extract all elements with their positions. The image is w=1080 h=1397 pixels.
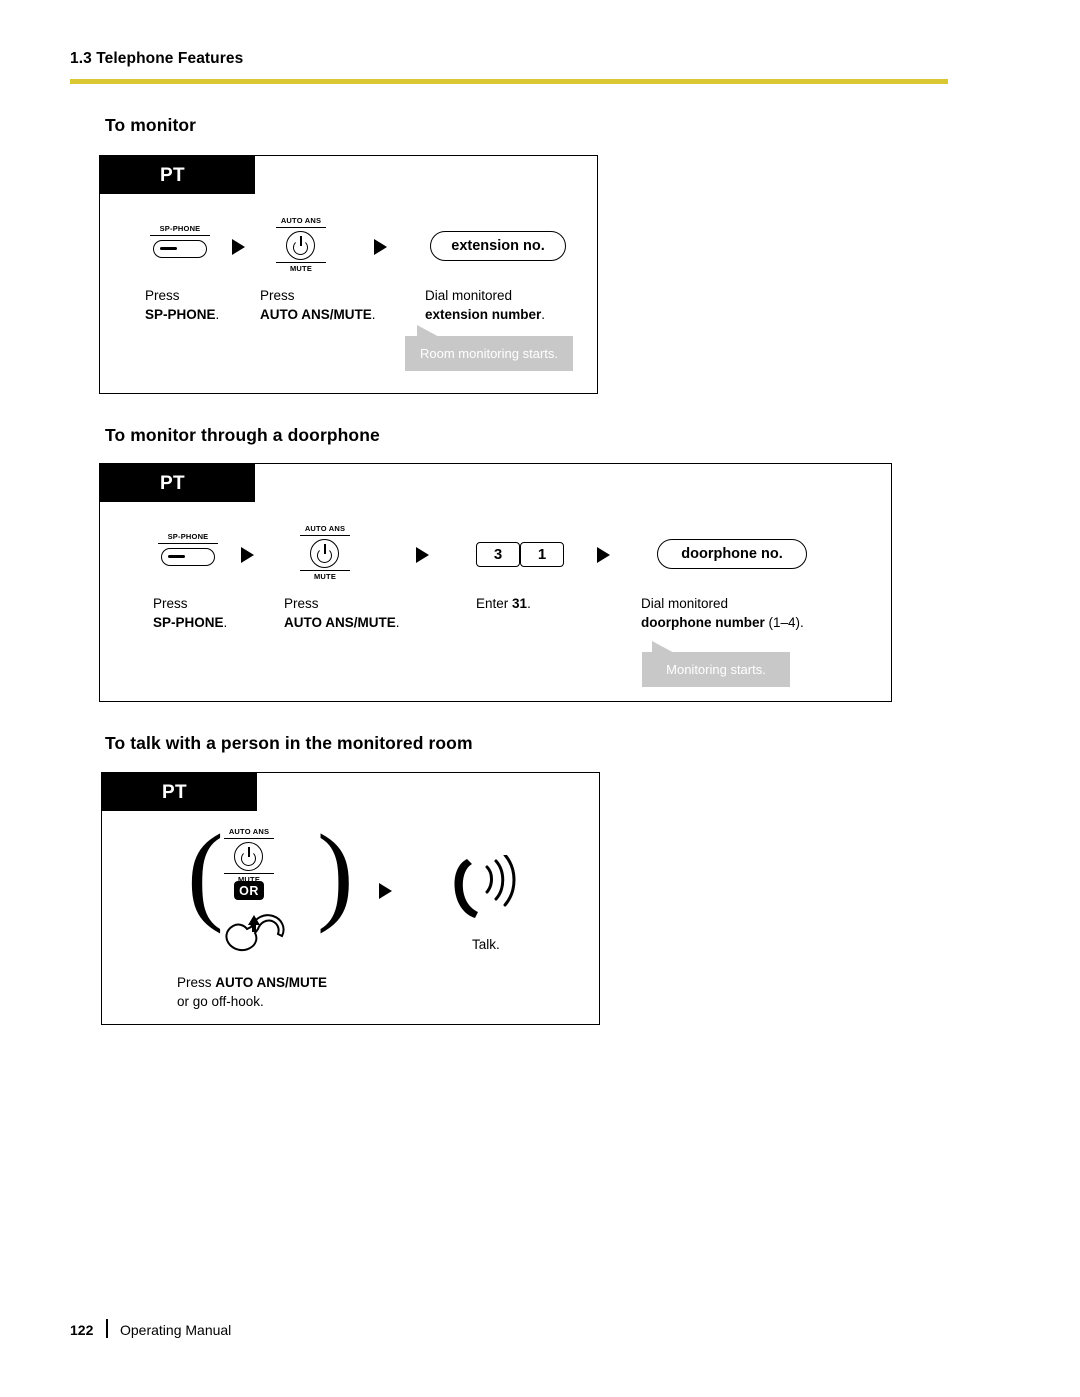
step-3-caption: Dial monitored extension number. xyxy=(425,286,545,324)
arrow-icon xyxy=(232,239,245,255)
section-title-talk-monitored-room: To talk with a person in the monitored r… xyxy=(105,733,473,753)
monitoring-starts-callout: Monitoring starts. xyxy=(642,641,790,687)
step-1-caption-bold: SP-PHONE xyxy=(145,307,216,322)
procedure-box-to-monitor: PT SP-PHONE AUTO ANS MUTE extension no. … xyxy=(99,155,598,394)
auto-ans-label: AUTO ANS xyxy=(304,524,346,533)
press-auto-ans-caption-line1: Press xyxy=(177,975,216,990)
pt-badge-label: PT xyxy=(160,473,185,494)
room-monitoring-callout: Room monitoring starts. xyxy=(405,325,573,371)
auto-ans-mute-key-icon: AUTO ANS MUTE xyxy=(288,524,362,586)
procedure-box-monitor-doorphone: PT SP-PHONE AUTO ANS MUTE 3 1 doorphone … xyxy=(99,463,892,702)
footer-manual-title: Operating Manual xyxy=(120,1322,232,1338)
doorphone-no-field[interactable]: doorphone no. xyxy=(657,539,807,569)
step-2-caption-bold: AUTO ANS/MUTE xyxy=(260,307,372,322)
section-title-to-monitor: To monitor xyxy=(105,115,197,135)
doorphone-no-field-label: doorphone no. xyxy=(681,545,783,562)
auto-ans-label: AUTO ANS xyxy=(228,827,270,836)
auto-ans-rule-top xyxy=(224,838,274,840)
step-4-caption-line1: Dial monitored xyxy=(641,596,729,611)
section-title-monitor-doorphone: To monitor through a doorphone xyxy=(105,425,380,445)
callout-tail xyxy=(417,325,443,339)
arrow-icon xyxy=(241,547,254,563)
sp-phone-key-rule xyxy=(158,543,218,545)
step-1-caption-line1: Press xyxy=(153,596,188,611)
step-2-caption-bold: AUTO ANS/MUTE xyxy=(284,615,396,630)
step-3-caption-bold: 31 xyxy=(512,596,528,611)
step-1-caption-line1: Press xyxy=(145,288,180,303)
talk-caption-line1: Talk. xyxy=(472,937,500,952)
mute-label: MUTE xyxy=(313,572,337,581)
sp-phone-key-icon: SP-PHONE xyxy=(153,532,223,578)
page-header: 1.3 Telephone Features xyxy=(70,50,244,67)
handset-talking-icon xyxy=(454,855,516,918)
power-circle-icon xyxy=(234,842,263,871)
step-3-caption-line1: Enter xyxy=(476,596,513,611)
sp-phone-key-label: SP-PHONE xyxy=(159,224,201,233)
mute-label: MUTE xyxy=(289,264,313,273)
callout-tail xyxy=(652,641,678,655)
monitoring-starts-callout-label: Monitoring starts. xyxy=(666,662,766,677)
pt-badge-label: PT xyxy=(162,782,187,803)
pt-badge: PT xyxy=(102,773,257,811)
step-4-caption-tail: (1–4). xyxy=(764,615,804,630)
step-2-caption-line1: Press xyxy=(260,288,295,303)
footer-page-number: 122 xyxy=(70,1322,94,1338)
talk-caption: Talk. xyxy=(472,935,500,954)
press-auto-ans-caption-line2: or go off-hook. xyxy=(177,994,264,1009)
step-3-caption-tail: . xyxy=(541,307,546,322)
arrow-icon xyxy=(379,883,392,899)
procedure-box-talk-monitored-room: PT ( ) AUTO ANS MUTE OR Talk. Press AUTO… xyxy=(101,772,600,1025)
auto-ans-mute-key-icon: AUTO ANS MUTE xyxy=(212,827,286,889)
step-1-caption-tail: . xyxy=(223,615,228,630)
arrow-icon xyxy=(416,547,429,563)
step-2-caption-line1: Press xyxy=(284,596,319,611)
step-3-caption-line1: Dial monitored xyxy=(425,288,513,303)
extension-no-field[interactable]: extension no. xyxy=(430,231,566,261)
or-badge-label: OR xyxy=(239,883,259,898)
auto-ans-rule-top xyxy=(300,535,350,537)
press-auto-ans-caption-bold: AUTO ANS/MUTE xyxy=(215,975,328,990)
digit-key-1[interactable]: 1 xyxy=(520,542,564,567)
footer-divider xyxy=(106,1319,108,1338)
step-1-caption: Press SP-PHONE. xyxy=(153,594,227,632)
step-2-caption: Press AUTO ANS/MUTE. xyxy=(260,286,376,324)
pt-badge-label: PT xyxy=(160,165,185,186)
step-1-caption-bold: SP-PHONE xyxy=(153,615,224,630)
step-4-caption-bold: doorphone number xyxy=(641,615,765,630)
sp-phone-key-icon: SP-PHONE xyxy=(145,224,215,270)
sp-phone-key-body xyxy=(153,240,207,258)
arrow-icon xyxy=(597,547,610,563)
step-1-caption: Press SP-PHONE. xyxy=(145,286,219,324)
sp-phone-key-body xyxy=(161,548,215,566)
header-divider xyxy=(70,79,948,84)
right-brace: ) xyxy=(317,812,354,934)
sp-phone-key-rule xyxy=(150,235,210,237)
power-circle-icon xyxy=(286,231,315,260)
digit-key-1-label: 1 xyxy=(537,546,547,563)
auto-ans-rule-top xyxy=(276,227,326,229)
extension-no-field-label: extension no. xyxy=(451,237,545,254)
step-3-caption-bold: extension number xyxy=(425,307,542,322)
room-monitoring-callout-label: Room monitoring starts. xyxy=(420,346,558,361)
step-1-caption-tail: . xyxy=(215,307,220,322)
press-auto-ans-caption: Press AUTO ANS/MUTE or go off-hook. xyxy=(177,973,327,1011)
sp-phone-key-label: SP-PHONE xyxy=(167,532,209,541)
step-4-caption: Dial monitored doorphone number (1–4). xyxy=(641,594,804,632)
power-circle-icon xyxy=(310,539,339,568)
arrow-icon xyxy=(374,239,387,255)
auto-ans-label: AUTO ANS xyxy=(280,216,322,225)
handset-offhook-icon xyxy=(225,914,285,952)
step-3-caption: Enter 31. xyxy=(476,594,531,613)
auto-ans-mute-key-icon: AUTO ANS MUTE xyxy=(264,216,338,278)
pt-badge: PT xyxy=(100,156,255,194)
step-2-caption-tail: . xyxy=(395,615,400,630)
digit-key-3-label: 3 xyxy=(493,546,503,563)
step-2-caption: Press AUTO ANS/MUTE. xyxy=(284,594,400,632)
pt-badge: PT xyxy=(100,464,255,502)
digit-key-3[interactable]: 3 xyxy=(476,542,520,567)
step-2-caption-tail: . xyxy=(371,307,376,322)
or-badge: OR xyxy=(234,881,264,900)
step-3-caption-tail: . xyxy=(527,596,531,611)
